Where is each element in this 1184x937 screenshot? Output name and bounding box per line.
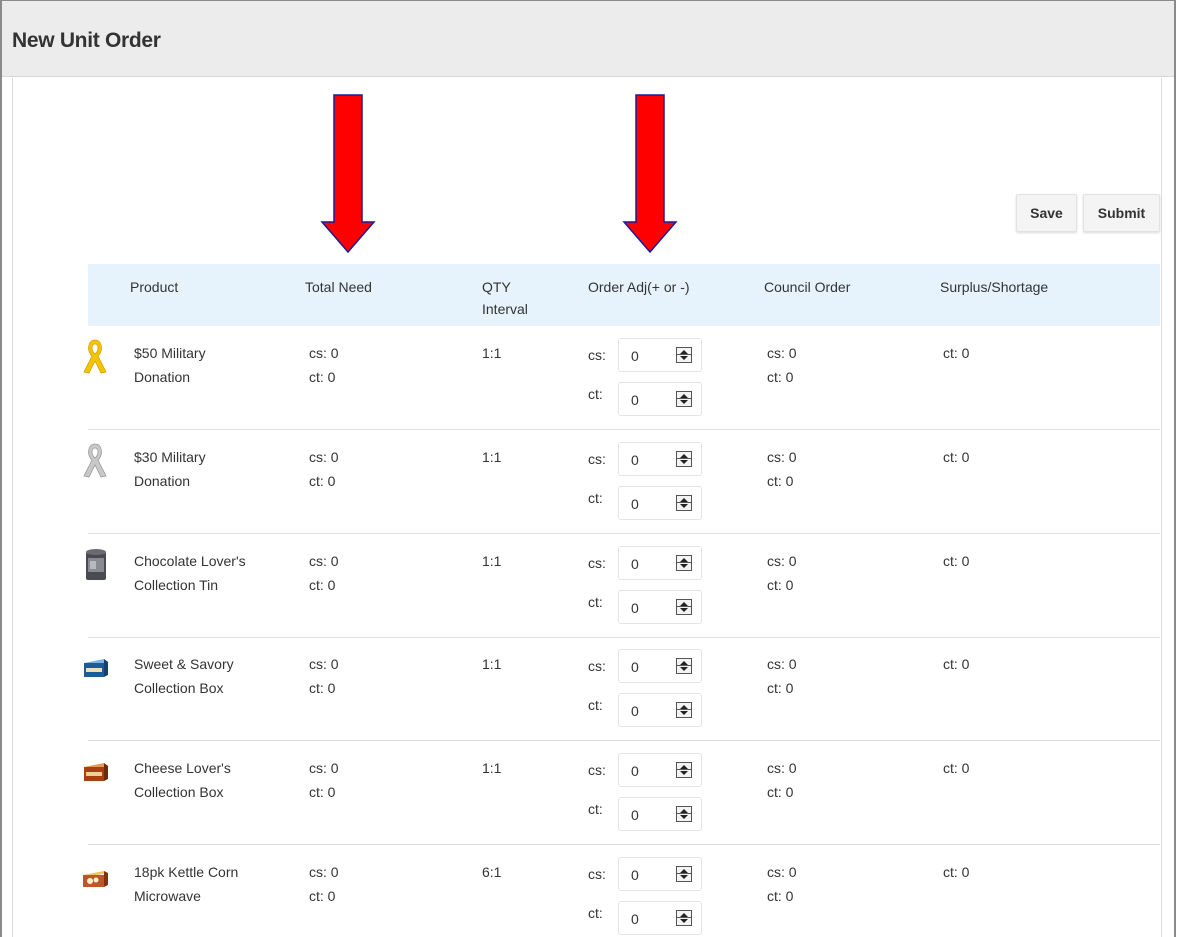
product-name: 18pk Kettle Corn Microwave [134, 864, 239, 904]
header-council-order: Council Order [764, 279, 851, 295]
qty-interval: 1:1 [482, 656, 502, 672]
total-need: cs: 0 ct: 0 [309, 760, 339, 800]
surplus-shortage: ct: 0 [943, 553, 970, 569]
adj-cs-stepper[interactable]: 0 [618, 649, 702, 683]
blue-box-icon [84, 659, 108, 677]
qty-interval: 1:1 [482, 345, 502, 361]
table-row: 18pk Kettle Corn Microwave cs: 0 ct: 0 6:1… [83, 845, 1160, 937]
stepper-arrows-icon[interactable] [676, 762, 692, 778]
table-row: $50 Military Donation cs: 0 ct: 0 1:1 cs: … [83, 326, 1160, 430]
adj-cs-stepper[interactable]: 0 [618, 338, 702, 372]
table-row: Sweet & Savory Collection Box cs: 0 ct: 0 … [84, 637, 1160, 741]
product-name: $50 Military Donation [134, 345, 206, 385]
total-need: cs: 0 ct: 0 [309, 864, 339, 904]
page-title: New Unit Order [12, 29, 161, 52]
council-order: cs: 0 ct: 0 [767, 760, 797, 800]
total-need: cs: 0 ct: 0 [309, 345, 339, 385]
stepper-arrows-icon[interactable] [676, 495, 692, 511]
header-total-need: Total Need [305, 279, 372, 295]
adj-cs-label: cs: [588, 658, 606, 674]
table-header: Product Total Need QTY Interval Order Ad… [88, 264, 1160, 326]
table-row: $30 Military Donation cs: 0 ct: 0 1:1 cs: … [83, 430, 1160, 534]
adj-ct-label: ct: [588, 697, 603, 713]
header-qty-interval: QTY Interval [482, 276, 528, 320]
stepper-arrows-icon[interactable] [676, 347, 692, 363]
adj-cs-stepper[interactable]: 0 [618, 442, 702, 476]
surplus-shortage: ct: 0 [943, 449, 970, 465]
silver-ribbon-icon [83, 443, 107, 478]
adj-ct-stepper[interactable]: 0 [618, 486, 702, 520]
adj-ct-stepper[interactable]: 0 [618, 693, 702, 727]
red-arrow-order-adj [622, 94, 678, 254]
product-name: $30 Military Donation [134, 449, 206, 489]
surplus-shortage: ct: 0 [943, 345, 970, 361]
table-row: Chocolate Lover's Collection Tin cs: 0 ct:… [86, 534, 1160, 638]
stepper-arrows-icon[interactable] [676, 910, 692, 926]
header-surplus-shortage: Surplus/Shortage [940, 279, 1049, 295]
surplus-shortage: ct: 0 [943, 760, 970, 776]
adj-cs-stepper[interactable]: 0 [618, 546, 702, 580]
stepper-arrows-icon[interactable] [676, 599, 692, 615]
stepper-arrows-icon[interactable] [676, 451, 692, 467]
adj-cs-label: cs: [588, 555, 606, 571]
qty-interval: 1:1 [482, 760, 502, 776]
total-need: cs: 0 ct: 0 [309, 449, 339, 489]
adj-cs-label: cs: [588, 866, 606, 882]
header-order-adj: Order Adj(+ or -) [588, 279, 690, 295]
adj-cs-label: cs: [588, 451, 606, 467]
qty-interval: 6:1 [482, 864, 502, 880]
stepper-arrows-icon[interactable] [676, 555, 692, 571]
total-need: cs: 0 ct: 0 [309, 553, 339, 593]
council-order: cs: 0 ct: 0 [767, 864, 797, 904]
header-product: Product [130, 279, 179, 295]
page-header: New Unit Order [2, 1, 1174, 77]
adj-ct-label: ct: [588, 386, 603, 402]
council-order: cs: 0 ct: 0 [767, 656, 797, 696]
stepper-arrows-icon[interactable] [676, 866, 692, 882]
submit-button[interactable]: Submit [1083, 194, 1160, 232]
adj-ct-label: ct: [588, 490, 603, 506]
product-name: Cheese Lover's Collection Box [134, 760, 231, 800]
council-order: cs: 0 ct: 0 [767, 449, 797, 489]
council-order: cs: 0 ct: 0 [767, 345, 797, 385]
total-need: cs: 0 ct: 0 [309, 656, 339, 696]
adj-ct-stepper[interactable]: 0 [618, 382, 702, 416]
adj-cs-label: cs: [588, 347, 606, 363]
stepper-arrows-icon[interactable] [676, 806, 692, 822]
stepper-arrows-icon[interactable] [676, 658, 692, 674]
adj-ct-label: ct: [588, 905, 603, 921]
product-name: Sweet & Savory Collection Box [134, 656, 234, 696]
yellow-ribbon-icon [83, 339, 107, 374]
save-button[interactable]: Save [1016, 194, 1077, 232]
header-qty-line: QTY [482, 279, 511, 295]
adj-cs-stepper[interactable]: 0 [618, 857, 702, 891]
adj-ct-stepper[interactable]: 0 [618, 797, 702, 831]
popcorn-box-icon [83, 871, 108, 887]
adj-cs-label: cs: [588, 762, 606, 778]
qty-interval: 1:1 [482, 553, 502, 569]
adj-ct-label: ct: [588, 594, 603, 610]
adj-cs-stepper[interactable]: 0 [618, 753, 702, 787]
product-name: Chocolate Lover's Collection Tin [134, 553, 246, 593]
council-order: cs: 0 ct: 0 [767, 553, 797, 593]
stepper-arrows-icon[interactable] [676, 391, 692, 407]
surplus-shortage: ct: 0 [943, 656, 970, 672]
surplus-shortage: ct: 0 [943, 864, 970, 880]
red-arrow-total-need [320, 94, 376, 254]
adj-ct-stepper[interactable]: 0 [618, 901, 702, 935]
header-interval-line: Interval [482, 301, 528, 317]
tin-icon [86, 549, 106, 580]
qty-interval: 1:1 [482, 449, 502, 465]
adj-ct-label: ct: [588, 801, 603, 817]
table-row: Cheese Lover's Collection Box cs: 0 ct: 0 … [84, 741, 1160, 845]
adj-ct-stepper[interactable]: 0 [618, 590, 702, 624]
orange-box-icon [84, 763, 108, 781]
stepper-arrows-icon[interactable] [676, 702, 692, 718]
